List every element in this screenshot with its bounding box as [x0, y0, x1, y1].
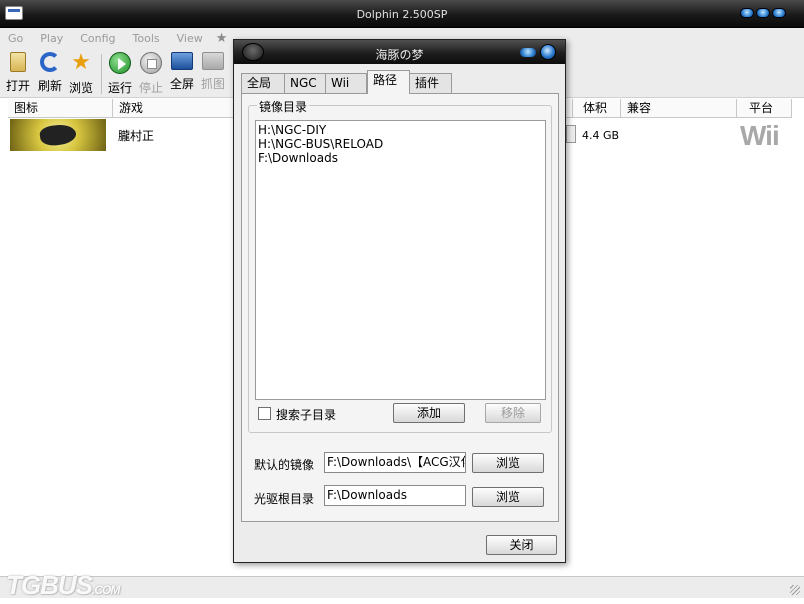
- open-label: 打开: [5, 79, 30, 93]
- open-button[interactable]: 打开: [3, 52, 33, 94]
- browse-star-icon: ★: [71, 50, 91, 75]
- play-icon: [109, 52, 131, 74]
- list-item[interactable]: H:\NGC-DIY: [258, 123, 543, 137]
- config-dialog: 海豚の梦 全局 NGC Wii 路径 插件 镜像目录 H:\NGC-DIY H:…: [233, 39, 566, 563]
- dialog-title: 海豚の梦: [375, 48, 424, 62]
- dvd-root-browse-button[interactable]: 浏览: [472, 487, 544, 507]
- dvd-root-label: 光驱根目录: [254, 492, 315, 506]
- search-subfolders-label: 搜索子目录: [276, 408, 337, 422]
- iso-directories-label: 镜像目录: [257, 98, 310, 115]
- column-size[interactable]: 体积: [573, 99, 621, 118]
- screenshot-icon: [202, 52, 224, 70]
- open-file-icon: [10, 52, 26, 72]
- run-button[interactable]: 运行: [105, 52, 135, 96]
- favorite-star-icon[interactable]: ★: [216, 31, 228, 46]
- menu-config[interactable]: Config: [76, 32, 115, 45]
- menu-go[interactable]: Go: [4, 32, 23, 45]
- menu-play[interactable]: Play: [36, 32, 63, 45]
- watermark-main: TGBUS: [6, 570, 93, 600]
- default-iso-field[interactable]: F:\Downloads\【ACG汉化: [324, 452, 466, 473]
- status-bar: [0, 576, 804, 598]
- refresh-button[interactable]: 刷新: [35, 52, 65, 94]
- column-platform[interactable]: 平台: [737, 99, 792, 118]
- stop-label: 停止: [138, 81, 163, 95]
- browse-button[interactable]: ★ 浏览: [66, 52, 96, 96]
- dvd-root-field[interactable]: F:\Downloads: [324, 485, 466, 506]
- run-label: 运行: [107, 81, 132, 95]
- paths-tab-panel: 镜像目录 H:\NGC-DIY H:\NGC-BUS\RELOAD F:\Dow…: [241, 93, 559, 522]
- size-bar: [566, 125, 576, 143]
- tab-wii[interactable]: Wii: [325, 73, 367, 93]
- remove-path-button[interactable]: 移除: [485, 403, 541, 423]
- screenshot-label: 抓图: [200, 77, 225, 91]
- iso-directory-list[interactable]: H:\NGC-DIY H:\NGC-BUS\RELOAD F:\Download…: [255, 120, 546, 400]
- close-button[interactable]: [772, 8, 786, 18]
- game-title: 朧村正: [118, 129, 155, 143]
- tab-plugins[interactable]: 插件: [409, 73, 452, 93]
- tab-paths[interactable]: 路径: [367, 70, 410, 94]
- window-title: Dolphin 2.500SP: [356, 8, 448, 21]
- fullscreen-icon: [171, 52, 193, 70]
- refresh-icon: [40, 52, 60, 72]
- dialog-titlebar: 海豚の梦: [234, 40, 565, 64]
- dialog-minimize-button[interactable]: [520, 48, 536, 57]
- close-dialog-button[interactable]: 关闭: [486, 535, 557, 555]
- game-banner-image: [10, 119, 106, 151]
- tab-global[interactable]: 全局: [241, 73, 285, 93]
- column-icon[interactable]: 图标: [8, 99, 113, 118]
- refresh-label: 刷新: [37, 79, 62, 93]
- window-controls: [740, 8, 786, 18]
- browse-label: 浏览: [68, 81, 93, 95]
- game-size: 4.4 GB: [582, 129, 620, 142]
- minimize-button[interactable]: [740, 8, 754, 18]
- default-iso-browse-button[interactable]: 浏览: [472, 453, 544, 473]
- resize-grip-icon[interactable]: [790, 585, 800, 595]
- main-titlebar: Dolphin 2.500SP: [0, 0, 804, 28]
- menu-tools[interactable]: Tools: [129, 32, 160, 45]
- list-item[interactable]: F:\Downloads: [258, 151, 543, 165]
- dialog-close-button[interactable]: [540, 44, 556, 60]
- list-item[interactable]: H:\NGC-BUS\RELOAD: [258, 137, 543, 151]
- wii-platform-logo: Wii: [740, 120, 780, 151]
- watermark-suffix: .COM: [92, 583, 120, 597]
- screenshot-button[interactable]: 抓图: [198, 52, 228, 92]
- default-iso-label: 默认的镜像: [254, 458, 315, 472]
- toolbar-separator: [101, 54, 102, 94]
- column-compat[interactable]: 兼容: [621, 99, 737, 118]
- stop-button[interactable]: 停止: [136, 52, 166, 96]
- stop-icon: [140, 52, 162, 74]
- watermark: TGBUS.COM: [6, 570, 120, 601]
- fullscreen-button[interactable]: 全屏: [167, 52, 197, 92]
- search-subfolders-checkbox[interactable]: [258, 407, 271, 420]
- fullscreen-label: 全屏: [169, 77, 194, 91]
- tab-ngc[interactable]: NGC: [284, 73, 326, 93]
- add-path-button[interactable]: 添加: [393, 403, 465, 423]
- iso-directories-group: 镜像目录 H:\NGC-DIY H:\NGC-BUS\RELOAD F:\Dow…: [248, 98, 552, 433]
- maximize-button[interactable]: [756, 8, 770, 18]
- menu-view[interactable]: View: [173, 32, 203, 45]
